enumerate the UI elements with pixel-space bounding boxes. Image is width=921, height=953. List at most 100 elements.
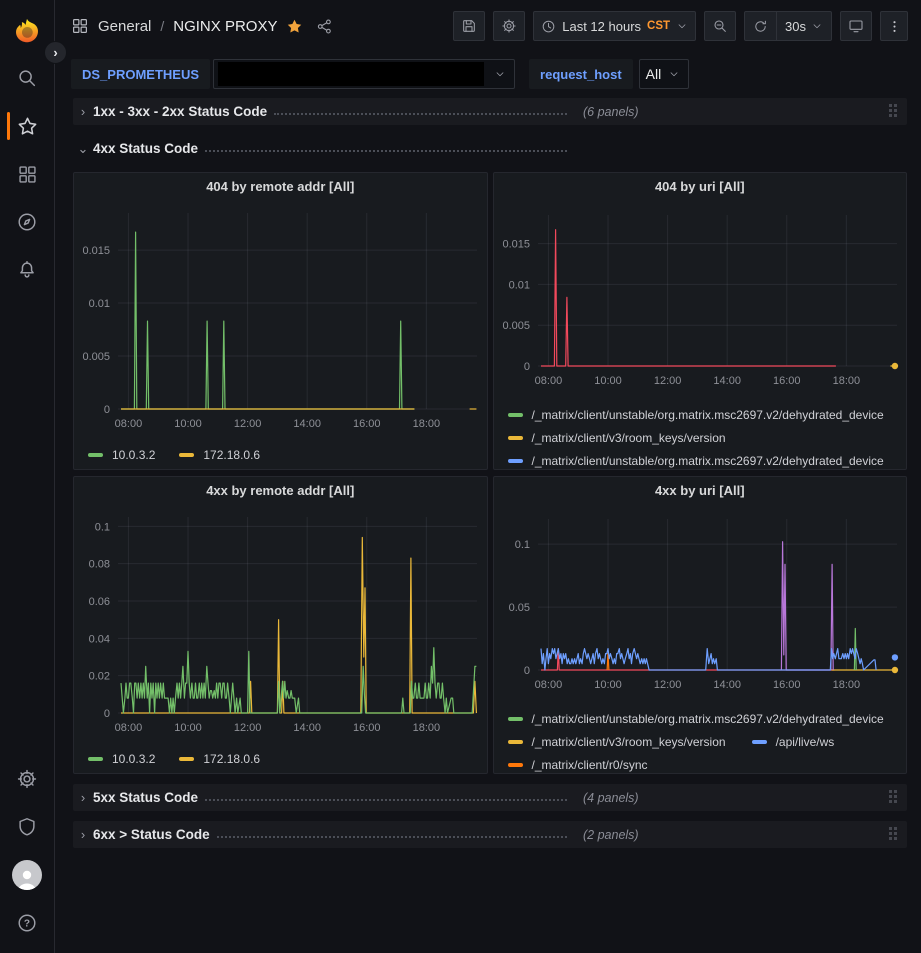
svg-text:16:00: 16:00 (353, 418, 381, 430)
datasource-select[interactable] (213, 59, 515, 89)
refresh-interval-button[interactable]: 30s (776, 12, 831, 40)
variable-label-ds-prometheus[interactable]: DS_PROMETHEUS (71, 59, 210, 89)
sidebar-item-help[interactable]: ? (0, 899, 54, 947)
panel-title[interactable]: 4xx by uri [All] (494, 477, 907, 505)
legend-item[interactable]: /_matrix/client/unstable/org.matrix.msc2… (508, 408, 884, 422)
svg-text:18:00: 18:00 (413, 722, 441, 734)
svg-text:0: 0 (104, 708, 110, 720)
legend-item[interactable]: /_matrix/client/unstable/org.matrix.msc2… (508, 712, 884, 726)
svg-text:10:00: 10:00 (594, 375, 622, 387)
sidebar-item-search[interactable] (0, 54, 54, 102)
gear-icon (16, 768, 38, 790)
row-title: 1xx - 3xx - 2xx Status Code (93, 104, 267, 119)
legend-item[interactable]: 172.18.0.6 (179, 448, 260, 462)
time-series-chart[interactable]: 00.0050.010.01508:0010:0012:0014:0016:00… (494, 201, 907, 399)
variable-datasource: DS_PROMETHEUS (71, 59, 515, 89)
legend-swatch (179, 757, 194, 761)
legend-item[interactable]: /_matrix/client/v3/room_keys/version (508, 735, 726, 749)
dashboard-settings-button[interactable] (493, 11, 525, 41)
row-drag-handle[interactable] (889, 790, 897, 803)
svg-text:0: 0 (523, 361, 529, 373)
svg-text:10:00: 10:00 (594, 679, 622, 691)
favorite-star-icon[interactable] (286, 18, 303, 35)
time-range-picker[interactable]: Last 12 hours CST (533, 11, 696, 41)
legend-swatch (179, 453, 194, 457)
row-drag-handle[interactable] (889, 827, 897, 840)
bell-icon (16, 259, 38, 281)
chevron-down-icon (494, 68, 506, 80)
svg-text:08:00: 08:00 (115, 722, 143, 734)
redacted-value (218, 62, 484, 86)
sidebar-item-profile[interactable] (0, 851, 54, 899)
request-host-select[interactable]: All (639, 59, 690, 89)
save-dashboard-button[interactable] (453, 11, 485, 41)
legend-swatch (508, 459, 523, 463)
breadcrumb-folder[interactable]: General (98, 18, 151, 35)
legend-item[interactable]: /_matrix/client/v3/room_keys/version (508, 431, 726, 445)
more-options-button[interactable] (880, 11, 908, 41)
zoom-out-time-button[interactable] (704, 11, 736, 41)
svg-text:14:00: 14:00 (293, 418, 321, 430)
svg-text:14:00: 14:00 (713, 679, 741, 691)
sidebar-item-starred[interactable] (0, 102, 54, 150)
svg-text:?: ? (24, 919, 30, 930)
legend-item[interactable]: 10.0.3.2 (88, 448, 155, 462)
svg-text:0.04: 0.04 (89, 633, 110, 645)
row-6xx-status-code[interactable]: › 6xx > Status Code (2 panels) (73, 821, 907, 848)
row-4xx-status-code[interactable]: ⌄ 4xx Status Code (73, 135, 907, 162)
tv-mode-button[interactable] (840, 11, 872, 41)
legend-item[interactable]: /_matrix/client/unstable/org.matrix.msc2… (508, 454, 884, 468)
legend-item[interactable]: /api/live/ws (752, 735, 835, 749)
panel-4xx-by-uri: 4xx by uri [All] 00.050.108:0010:0012:00… (493, 476, 908, 774)
share-icon[interactable] (316, 18, 333, 35)
svg-text:0.08: 0.08 (89, 559, 110, 571)
svg-text:18:00: 18:00 (413, 418, 441, 430)
variable-label-request-host[interactable]: request_host (529, 59, 633, 89)
svg-text:16:00: 16:00 (773, 375, 801, 387)
header-actions: Last 12 hours CST 30s (453, 11, 908, 41)
legend-item[interactable]: /_matrix/client/r0/sync (508, 758, 648, 772)
svg-text:08:00: 08:00 (115, 418, 143, 430)
legend-item[interactable]: 10.0.3.2 (88, 752, 155, 766)
svg-text:14:00: 14:00 (293, 722, 321, 734)
refresh-button[interactable] (745, 12, 776, 40)
chevron-down-icon (676, 20, 688, 32)
sidebar-item-alerting[interactable] (0, 246, 54, 294)
row-dotted-leader (205, 150, 567, 152)
svg-text:0.015: 0.015 (502, 239, 530, 251)
panel-title[interactable]: 4xx by remote addr [All] (74, 477, 487, 505)
legend-item[interactable]: 172.18.0.6 (179, 752, 260, 766)
chevron-down-icon (668, 68, 680, 80)
svg-text:0.1: 0.1 (95, 521, 110, 533)
time-series-chart[interactable]: 00.0050.010.01508:0010:0012:0014:0016:00… (74, 201, 487, 443)
time-range-label: Last 12 hours (562, 19, 641, 34)
time-series-chart[interactable]: 00.050.108:0010:0012:0014:0016:0018:00 (494, 505, 907, 703)
sidebar-expand-button[interactable]: › (44, 41, 67, 64)
svg-text:12:00: 12:00 (653, 375, 681, 387)
svg-text:18:00: 18:00 (832, 679, 860, 691)
svg-text:0.05: 0.05 (508, 602, 529, 614)
row-5xx-status-code[interactable]: › 5xx Status Code (4 panels) (73, 784, 907, 811)
row-drag-handle[interactable] (889, 104, 897, 117)
breadcrumb-dashboard-title[interactable]: NGINX PROXY (173, 18, 277, 35)
shield-icon (16, 816, 38, 838)
row-1xx-3xx-2xx-status-code[interactable]: › 1xx - 3xx - 2xx Status Code (6 panels) (73, 98, 907, 125)
sidebar-item-server-admin[interactable] (0, 803, 54, 851)
time-series-chart[interactable]: 00.020.040.060.080.108:0010:0012:0014:00… (74, 505, 487, 747)
svg-text:0.005: 0.005 (82, 351, 110, 363)
sidebar-item-configuration[interactable] (0, 755, 54, 803)
panel-title[interactable]: 404 by remote addr [All] (74, 173, 487, 201)
legend-label: /_matrix/client/v3/room_keys/version (532, 431, 726, 445)
sidebar-item-explore[interactable] (0, 198, 54, 246)
active-section-indicator (7, 112, 10, 140)
sidebar-item-dashboards[interactable] (0, 150, 54, 198)
apps-grid-icon (71, 17, 89, 35)
compass-icon (16, 211, 38, 233)
svg-text:12:00: 12:00 (234, 722, 262, 734)
legend-swatch (88, 453, 103, 457)
chart-legend: 10.0.3.2 172.18.0.6 (74, 747, 487, 766)
legend-swatch (508, 740, 523, 744)
row-title: 5xx Status Code (93, 790, 198, 805)
panel-title[interactable]: 404 by uri [All] (494, 173, 907, 201)
chevron-right-icon: › (53, 45, 57, 60)
